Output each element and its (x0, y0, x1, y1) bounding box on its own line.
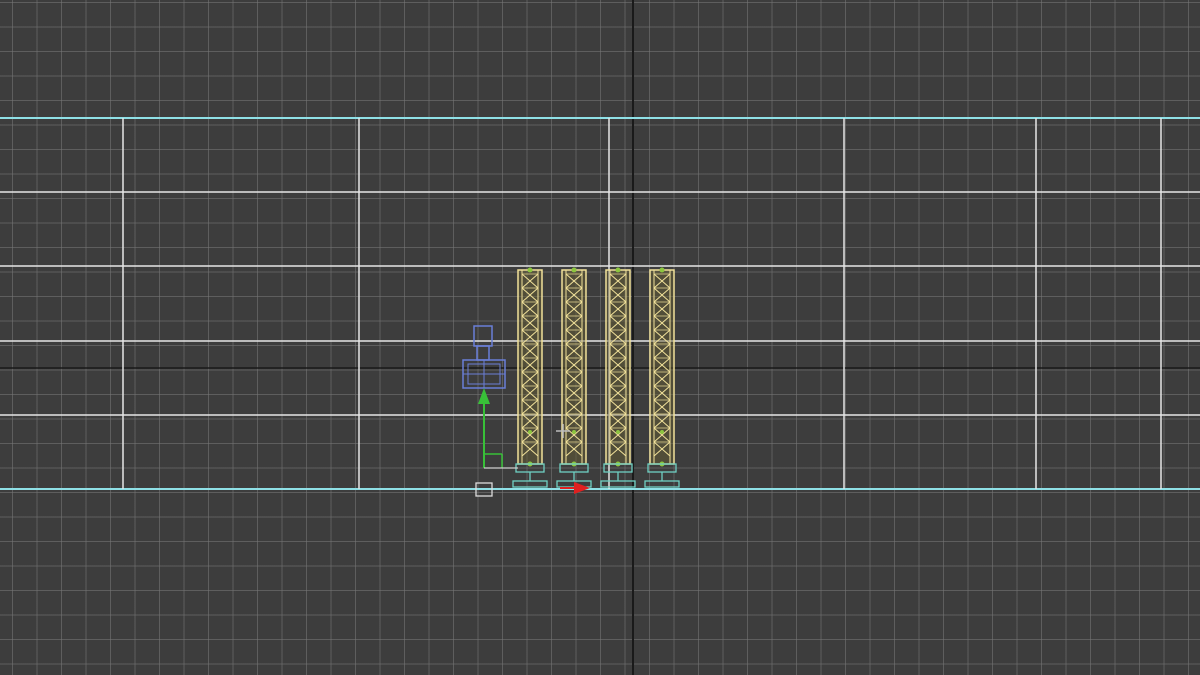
truss-joint-mid (616, 430, 620, 434)
truss-joint-top (571, 267, 577, 273)
truss-joint-mid (660, 430, 664, 434)
truss-joint-mid (572, 430, 576, 434)
truss-column-3[interactable] (600, 267, 636, 488)
truss-column-2[interactable] (556, 267, 592, 488)
world-axes (0, 0, 1200, 675)
scene-canvas[interactable] (0, 0, 1200, 675)
frame-divisions[interactable] (0, 118, 1200, 489)
truss-joint-mid (528, 430, 532, 434)
gizmo-y-arrow (478, 388, 490, 404)
truss-column-4[interactable] (644, 267, 680, 488)
truss-joint-top (527, 267, 533, 273)
truss-group[interactable] (512, 267, 680, 488)
selection-frame[interactable] (0, 117, 1200, 490)
truss-joint-top (659, 267, 665, 273)
gizmo-x-arrow (574, 482, 590, 494)
truss-base-plate (644, 480, 680, 488)
camera-icon[interactable] (462, 325, 506, 389)
viewport-front[interactable] (0, 0, 1200, 675)
truss-column-1[interactable] (512, 267, 548, 488)
truss-joint-top (615, 267, 621, 273)
truss-base-plate (600, 480, 636, 488)
truss-base-plate (512, 480, 548, 488)
